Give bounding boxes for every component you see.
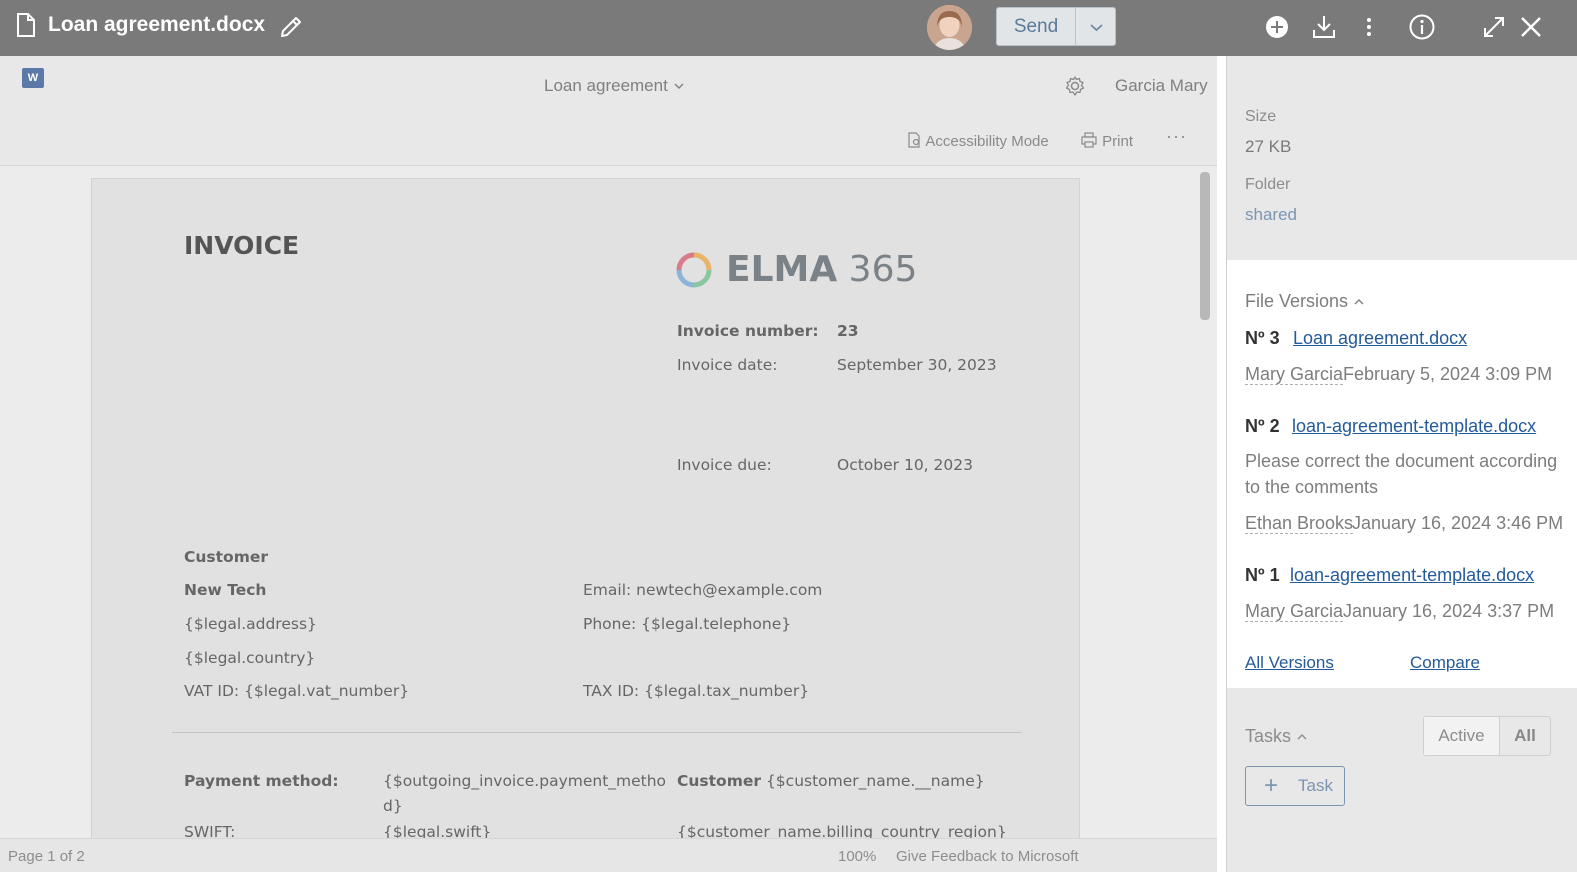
feedback-link[interactable]: Give Feedback to Microsoft: [896, 848, 1079, 865]
task-filter-tabs: Active All: [1423, 716, 1551, 756]
customer-heading: Customer: [184, 548, 269, 566]
version-file-link[interactable]: Loan agreement.docx: [1293, 328, 1467, 349]
invoice-date-label: Invoice date:: [677, 356, 778, 374]
document-icon: [17, 13, 35, 37]
file-title: Loan agreement.docx: [48, 13, 266, 36]
customer-name: New Tech: [184, 581, 267, 599]
send-button[interactable]: Send: [996, 7, 1076, 46]
file-versions-toggle[interactable]: File Versions: [1245, 291, 1365, 312]
payment-method-value-line1: {$outgoing_invoice.payment_metho: [383, 772, 667, 790]
version-file-link[interactable]: loan-agreement-template.docx: [1292, 416, 1536, 437]
invoice-number-label: Invoice number:: [677, 322, 819, 340]
version-author[interactable]: Ethan Brooks: [1245, 513, 1354, 534]
version-author[interactable]: Mary Garcia: [1245, 601, 1344, 622]
vertical-scrollbar[interactable]: [1200, 172, 1210, 320]
viewer-header: W Loan agreement Garcia Mary Accessibili…: [0, 56, 1217, 166]
add-task-label: Task: [1298, 776, 1333, 795]
chevron-up-icon: [1297, 734, 1307, 740]
top-bar: Loan agreement.docx Send: [0, 0, 1577, 56]
folder-label: Folder: [1245, 176, 1291, 193]
size-value: 27 KB: [1245, 137, 1292, 156]
document-name: Loan agreement: [544, 76, 668, 95]
elma-logo-text: ELMA 365: [726, 249, 918, 290]
customer-field: Customer {$customer_name.__name}: [677, 772, 985, 790]
invoice-due-label: Invoice due:: [677, 456, 772, 474]
chevron-up-icon: [1354, 299, 1364, 305]
document-page: INVOICE ELMA 365 Invoice number: 23 Invo…: [91, 178, 1080, 872]
accessibility-mode-button[interactable]: Accessibility Mode: [906, 132, 1049, 150]
customer-tax: TAX ID: {$legal.tax_number}: [583, 682, 810, 700]
expand-icon[interactable]: [1480, 13, 1508, 41]
version-date: February 5, 2024 3:09 PM: [1343, 364, 1553, 384]
size-label: Size: [1245, 108, 1277, 125]
avatar[interactable]: [927, 5, 972, 50]
send-options-button[interactable]: [1075, 7, 1116, 46]
status-bar: Page 1 of 2 100% Give Feedback to Micros…: [0, 838, 1217, 872]
plus-circle-icon[interactable]: [1263, 13, 1291, 41]
kebab-icon[interactable]: [1355, 13, 1383, 41]
word-app-icon: W: [22, 68, 44, 88]
add-task-button[interactable]: + Task: [1245, 766, 1345, 806]
all-versions-link[interactable]: All Versions: [1245, 653, 1334, 673]
print-label: Print: [1102, 133, 1134, 150]
chevron-down-icon: [1090, 24, 1103, 32]
customer-country: {$legal.country}: [184, 649, 316, 667]
download-icon[interactable]: [1310, 13, 1338, 41]
version-comment: Please correct the document according to…: [1245, 451, 1558, 497]
invoice-number-value: 23: [837, 322, 859, 340]
version-author[interactable]: Mary Garcia: [1245, 364, 1344, 385]
version-number: Nº 2: [1245, 416, 1280, 436]
customer-vat: VAT ID: {$legal.vat_number}: [184, 682, 410, 700]
document-name-dropdown[interactable]: Loan agreement: [544, 76, 685, 96]
elma-logo-icon: [676, 252, 712, 288]
customer-address: {$legal.address}: [184, 615, 317, 633]
printer-icon: [1081, 132, 1097, 148]
customer-email: Email: newtech@example.com: [583, 581, 823, 599]
version-number: Nº 3: [1245, 328, 1280, 348]
user-name[interactable]: Garcia Mary: [1115, 76, 1208, 96]
compare-link[interactable]: Compare: [1410, 653, 1480, 673]
info-icon[interactable]: [1408, 13, 1436, 41]
accessibility-icon: [908, 132, 920, 148]
print-button[interactable]: Print: [1080, 132, 1133, 150]
more-options-button[interactable]: ···: [1166, 126, 1187, 147]
customer-phone: Phone: {$legal.telephone}: [583, 615, 792, 633]
document-viewer: W Loan agreement Garcia Mary Accessibili…: [0, 56, 1217, 872]
version-date: January 16, 2024 3:37 PM: [1343, 601, 1555, 621]
invoice-date-value: September 30, 2023: [837, 356, 997, 374]
file-versions-section: File Versions Nº 3 Loan agreement.docx M…: [1227, 260, 1577, 688]
gear-icon[interactable]: [1064, 75, 1086, 97]
tab-all[interactable]: All: [1500, 717, 1550, 755]
tab-active[interactable]: Active: [1424, 717, 1500, 755]
plus-icon: +: [1264, 772, 1279, 799]
file-properties: Size 27 KB Folder shared: [1227, 56, 1577, 260]
zoom-level[interactable]: 100%: [838, 848, 876, 865]
payment-method-label: Payment method:: [184, 772, 339, 790]
version-number: Nº 1: [1245, 565, 1280, 585]
close-icon[interactable]: [1517, 13, 1545, 41]
tasks-title: Tasks: [1245, 726, 1292, 746]
chevron-down-icon: [674, 83, 684, 89]
tasks-toggle[interactable]: Tasks: [1245, 726, 1308, 747]
version-file-link[interactable]: loan-agreement-template.docx: [1290, 565, 1534, 586]
pencil-icon[interactable]: [278, 14, 304, 40]
file-versions-title: File Versions: [1245, 291, 1349, 311]
page-indicator: Page 1 of 2: [8, 848, 85, 865]
invoice-heading: INVOICE: [184, 231, 300, 260]
folder-link[interactable]: shared: [1245, 205, 1297, 225]
accessibility-mode-label: Accessibility Mode: [925, 133, 1049, 150]
version-date: January 16, 2024 3:46 PM: [1352, 513, 1564, 533]
app-window: Loan agreement.docx Send W Loan agreemen…: [0, 0, 1577, 872]
info-panel: Size 27 KB Folder shared File Versions N…: [1226, 56, 1577, 872]
payment-method-value-line2: d}: [383, 797, 403, 815]
invoice-due-value: October 10, 2023: [837, 456, 973, 474]
divider: [172, 732, 1022, 733]
